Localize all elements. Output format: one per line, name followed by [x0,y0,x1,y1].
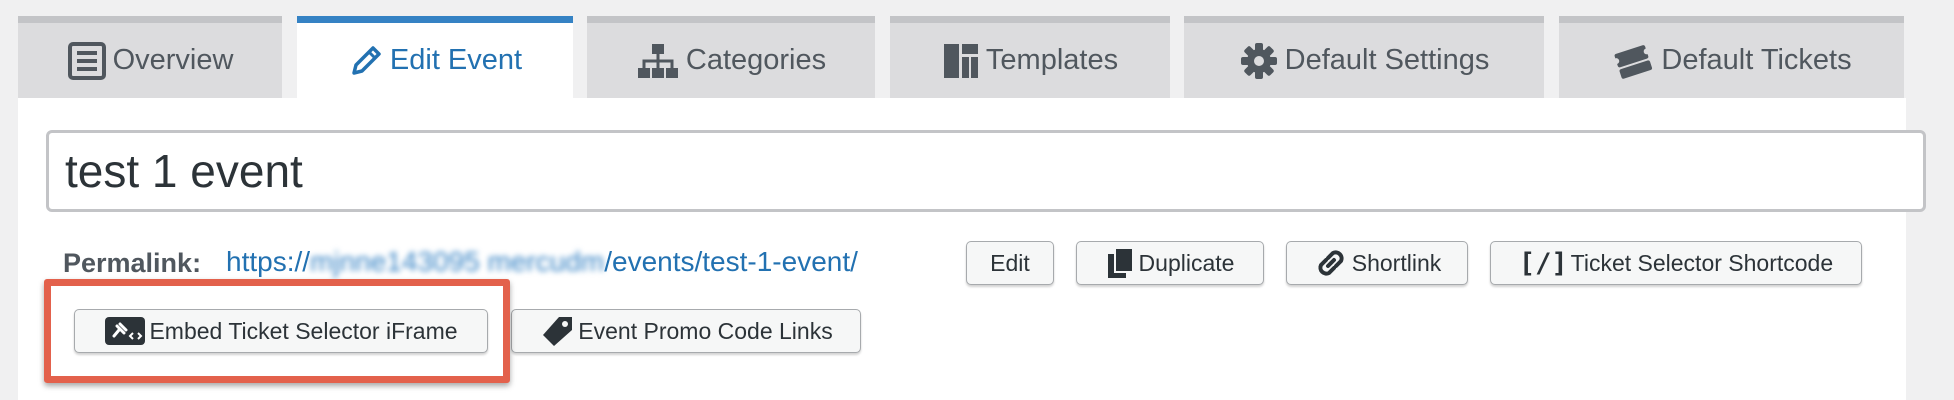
event-promo-code-links-button[interactable]: Event Promo Code Links [511,309,861,353]
button-label: Duplicate [1138,249,1235,276]
layout-icon [942,42,980,80]
copy-icon [1106,246,1136,280]
tab-bar: Overview Edit Event Categories Templates… [18,16,1938,98]
permalink-url-suffix: /events/test-1-event/ [604,246,858,277]
sitemap-icon [636,42,680,80]
duplicate-button[interactable]: Duplicate [1076,241,1264,285]
tab-label: Overview [112,44,234,76]
tag-icon [539,313,575,349]
permalink-url[interactable]: https://mjnne143095 mercudm/events/test-… [226,246,858,278]
button-label: Edit [990,249,1030,276]
shortcode-icon: [/] [1518,247,1568,279]
permalink-url-prefix: https:// [226,246,311,277]
tab-edit-event[interactable]: Edit Event [297,16,573,98]
edit-permalink-button[interactable]: Edit [966,241,1054,285]
tab-default-tickets[interactable]: Default Tickets [1559,16,1904,98]
button-label: Shortlink [1351,249,1442,276]
tab-categories[interactable]: Categories [587,16,875,98]
link-icon [1313,245,1349,281]
tab-label: Default Tickets [1661,44,1852,76]
tab-default-settings[interactable]: Default Settings [1184,16,1544,98]
list-icon [67,41,107,81]
tab-overview[interactable]: Overview [18,16,282,98]
highlight-box [44,279,510,383]
tab-templates[interactable]: Templates [890,16,1170,98]
tab-label: Default Settings [1284,44,1490,76]
gear-icon [1239,41,1279,81]
tab-label: Edit Event [389,44,523,76]
event-title-input[interactable] [46,130,1926,212]
button-label: Ticket Selector Shortcode [1570,249,1834,276]
tab-label: Templates [985,44,1119,76]
tickets-icon [1611,39,1655,83]
button-label: Event Promo Code Links [578,317,833,344]
shortlink-button[interactable]: Shortlink [1286,241,1468,285]
permalink-label: Permalink: [63,248,202,278]
tab-label: Categories [685,44,827,76]
ticket-selector-shortcode-button[interactable]: [/] Ticket Selector Shortcode [1490,241,1862,285]
permalink-url-obscured: mjnne143095 mercudm [310,246,605,277]
pencil-icon [348,43,384,79]
